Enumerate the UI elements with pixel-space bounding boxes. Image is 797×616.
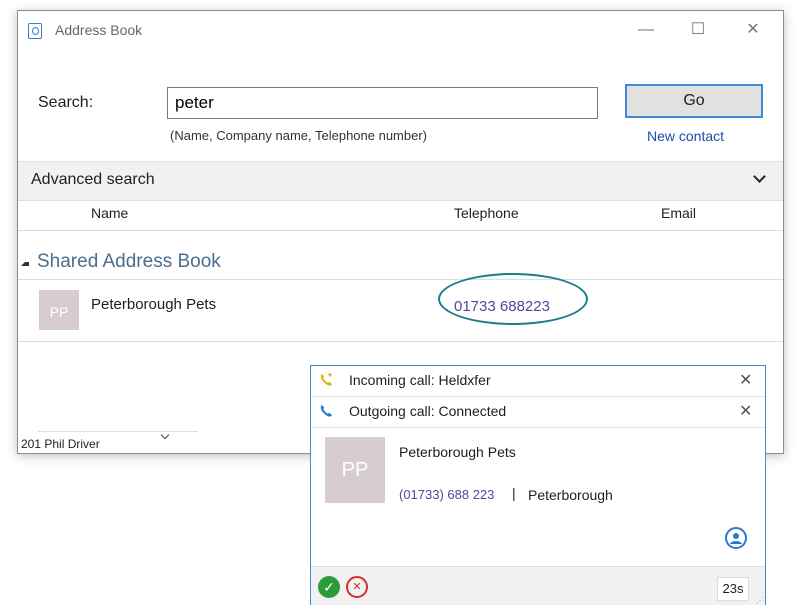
address-book-icon [28, 23, 42, 39]
minimize-button[interactable]: — [623, 15, 669, 45]
answer-call-button[interactable]: ✓ [318, 576, 340, 598]
column-header-email[interactable]: Email [661, 205, 696, 221]
header-divider [18, 230, 783, 231]
call-timer: 23s [717, 577, 749, 601]
phone-icon [320, 404, 333, 417]
collapse-triangle-icon[interactable] [21, 262, 29, 266]
group-title: Shared Address Book [37, 251, 221, 272]
separator: | [512, 485, 516, 501]
contact-name: Peterborough Pets [91, 296, 217, 313]
call-status: Incoming call: Heldxfer [349, 372, 491, 388]
caller-location: Peterborough [528, 487, 613, 503]
column-header-name[interactable]: Name [91, 205, 128, 221]
resize-grip-icon[interactable]: ⋰ [756, 596, 764, 605]
avatar: PP [39, 290, 79, 330]
close-icon[interactable]: ✕ [739, 401, 752, 421]
advanced-search-toggle[interactable]: Advanced search [18, 161, 783, 201]
search-input[interactable] [167, 87, 598, 119]
user-selector[interactable]: 201 Phil Driver [21, 437, 100, 451]
call-popup: Incoming call: Heldxfer ✕ Outgoing call:… [310, 365, 766, 605]
row-divider [18, 341, 783, 342]
window-title: Address Book [55, 22, 143, 38]
group-divider [18, 279, 783, 280]
go-button[interactable]: Go [625, 84, 763, 118]
caller-phone[interactable]: (01733) 688 223 [399, 487, 494, 502]
reject-call-button[interactable]: ✕ [346, 576, 368, 598]
close-button[interactable]: ✕ [730, 15, 776, 45]
chevron-down-icon[interactable] [753, 170, 766, 183]
status-divider [38, 431, 198, 432]
advanced-search-label: Advanced search [31, 171, 155, 188]
title-bar[interactable]: Address Book — ☐ ✕ [18, 11, 783, 51]
call-row-incoming[interactable]: Incoming call: Heldxfer ✕ [311, 366, 765, 397]
call-row-outgoing[interactable]: Outgoing call: Connected ✕ [311, 397, 765, 428]
new-contact-link[interactable]: New contact [647, 128, 724, 144]
phone-transfer-icon [320, 373, 333, 386]
search-label: Search: [38, 94, 94, 111]
column-header-telephone[interactable]: Telephone [454, 205, 519, 221]
contact-icon[interactable] [725, 527, 747, 549]
caller-name: Peterborough Pets [399, 444, 516, 460]
search-hint: (Name, Company name, Telephone number) [170, 128, 428, 143]
chevron-down-icon[interactable] [160, 430, 170, 440]
close-icon[interactable]: ✕ [739, 370, 752, 390]
maximize-button[interactable]: ☐ [675, 15, 721, 45]
avatar: PP [325, 437, 385, 503]
call-status: Outgoing call: Connected [349, 403, 507, 419]
call-controls: ✓ ✕ 23s ⋰ [311, 566, 765, 605]
highlight-ring [438, 273, 588, 325]
